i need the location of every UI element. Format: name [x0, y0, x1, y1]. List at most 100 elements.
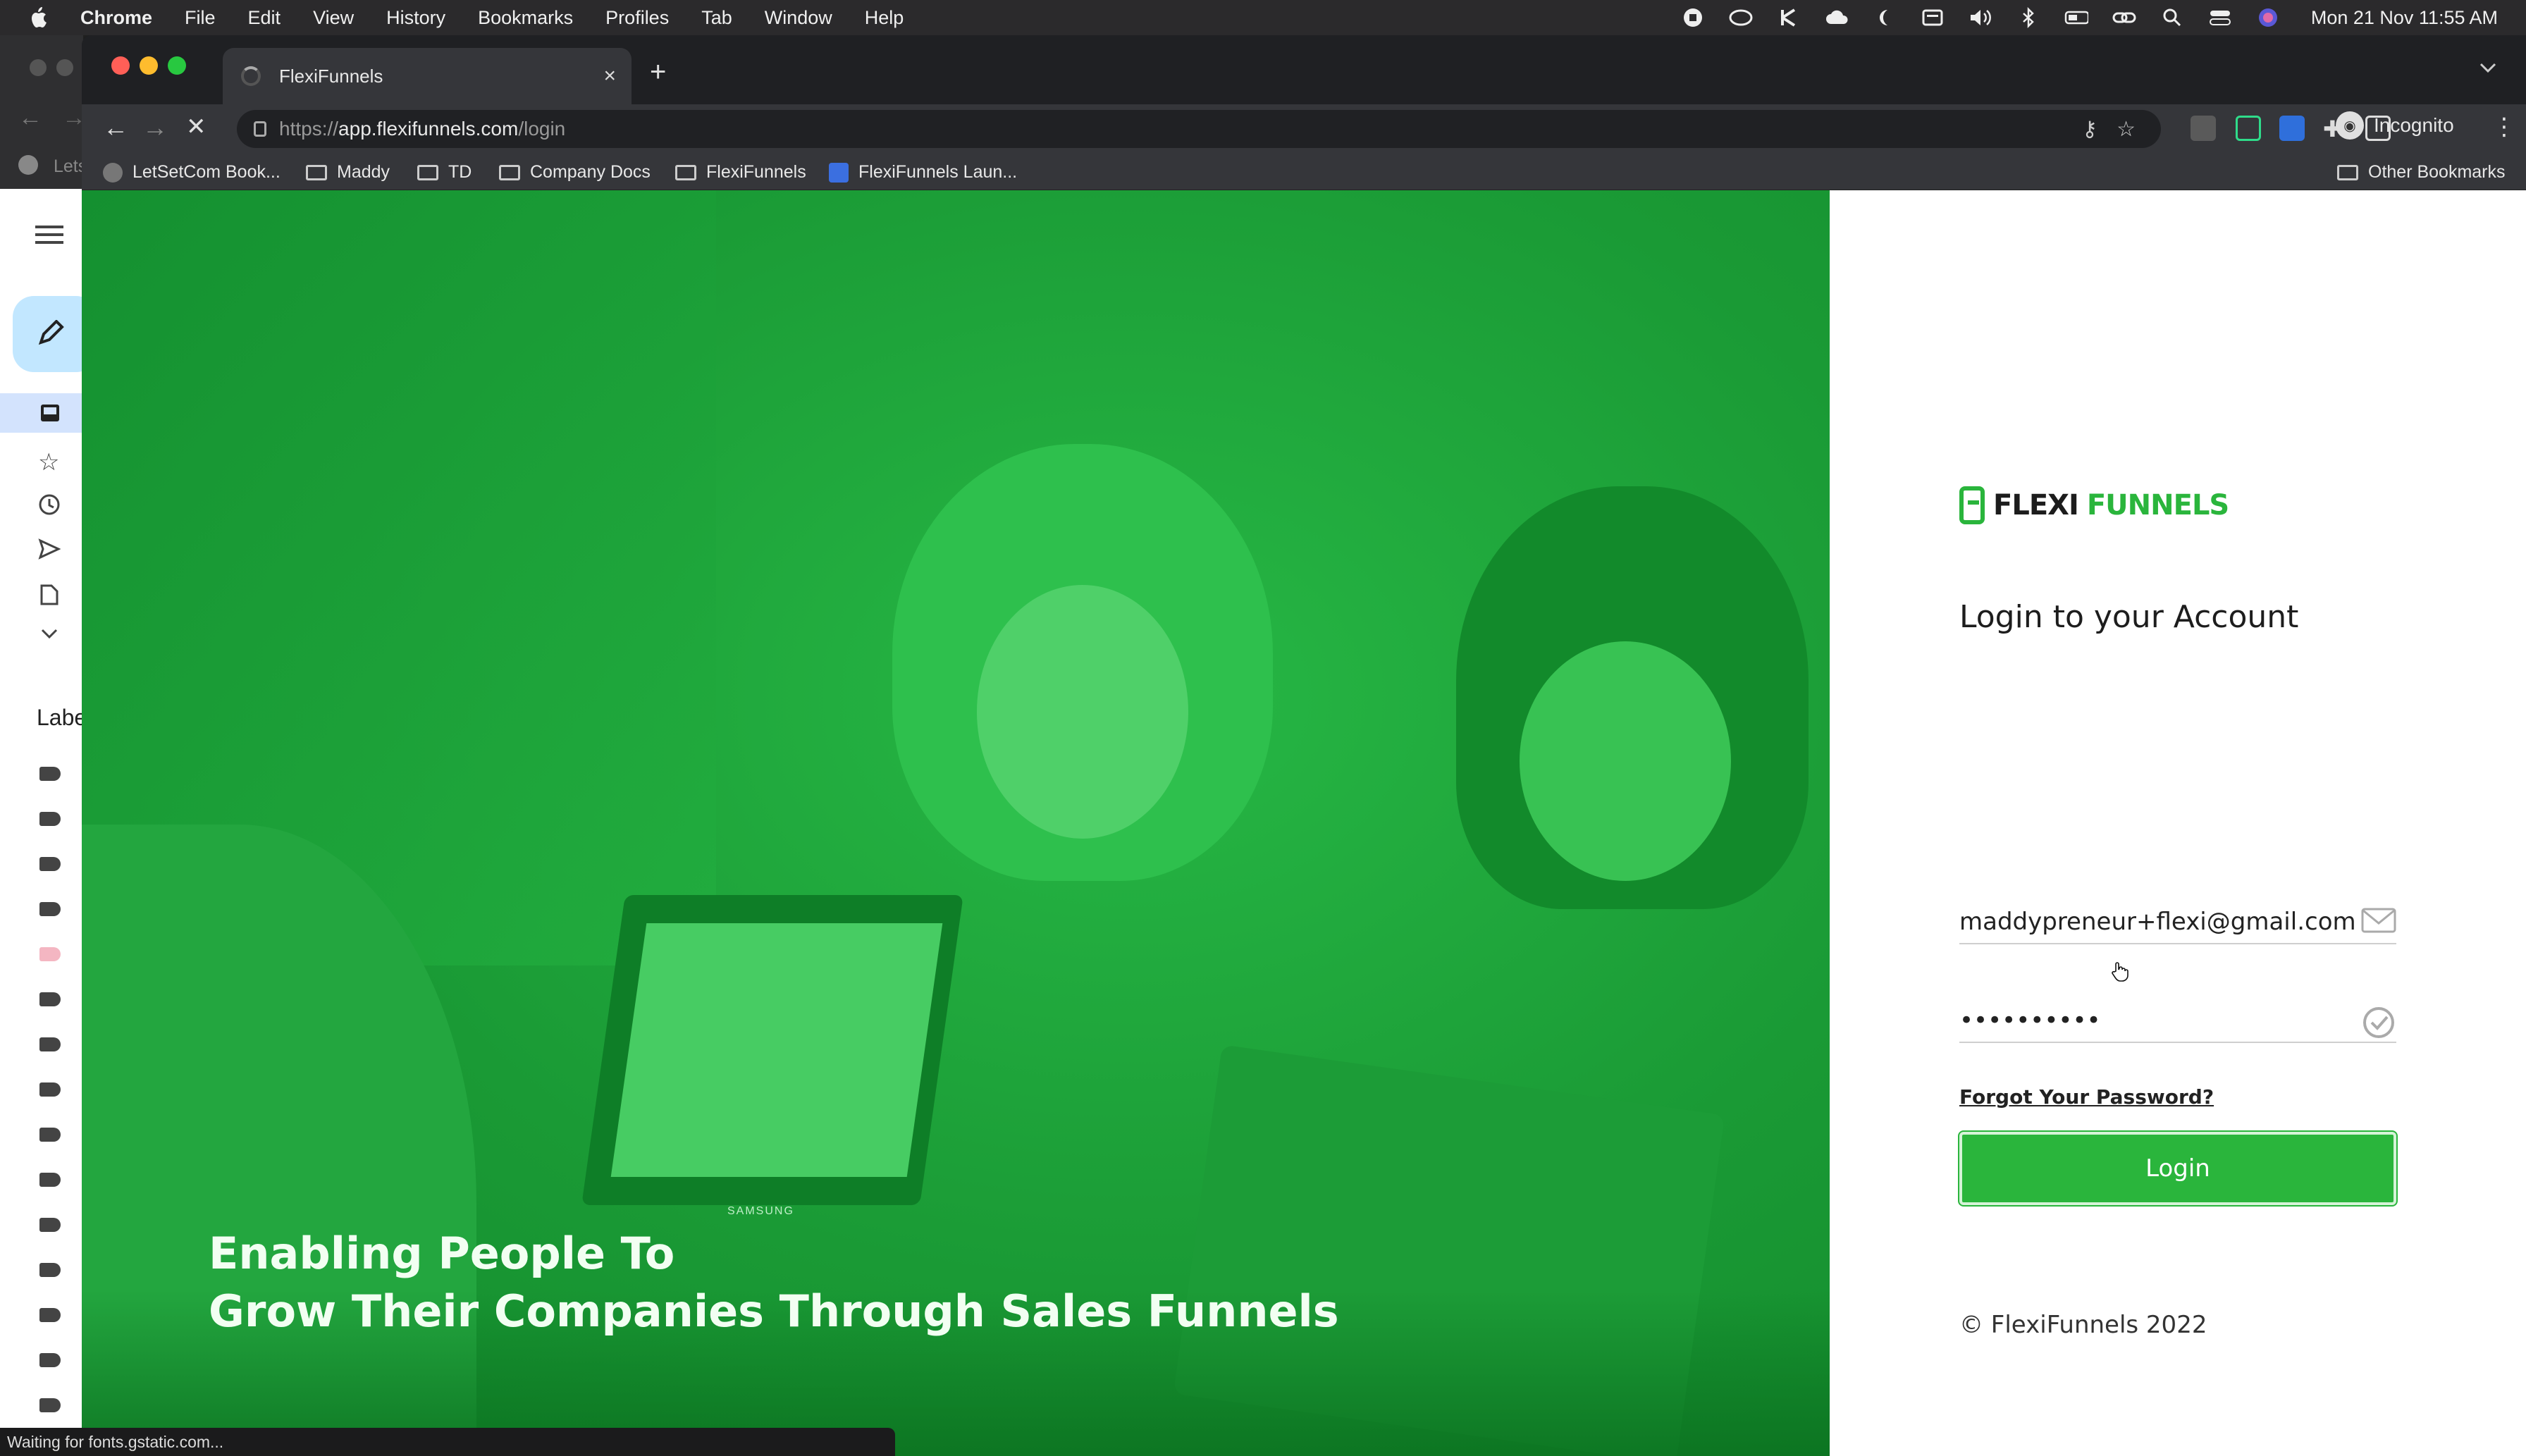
password-key-icon[interactable]: ⚷: [2082, 117, 2097, 142]
app-k-icon[interactable]: [1777, 8, 1801, 27]
window-zoom-button[interactable]: [168, 56, 186, 75]
label-tag-icon[interactable]: [39, 1263, 61, 1277]
tab-title: FlexiFunnels: [279, 65, 383, 87]
hamburger-menu-icon[interactable]: [35, 224, 63, 245]
menu-history[interactable]: History: [386, 7, 445, 29]
lock-icon[interactable]: [254, 121, 266, 137]
label-tag-icon[interactable]: [39, 1398, 61, 1412]
incognito-label: Incognito: [2374, 114, 2454, 136]
label-tag-icon[interactable]: [39, 857, 61, 871]
bookmark-letsetcom[interactable]: LetSetCom Book...: [103, 162, 281, 183]
apple-icon[interactable]: [28, 5, 51, 30]
label-tag-icon[interactable]: [39, 767, 61, 781]
folder-icon: [417, 164, 438, 180]
letsetcom-favicon-icon: [103, 162, 123, 183]
battery-icon[interactable]: [2064, 8, 2088, 27]
address-bar[interactable]: https://app.flexifunnels.com/login ⚷ ☆: [237, 110, 2161, 148]
menubar-clock[interactable]: Mon 21 Nov 11:55 AM: [2311, 7, 2498, 29]
label-tag-icon[interactable]: [39, 1173, 61, 1187]
email-field-wrapper: [1959, 902, 2396, 944]
folder-icon: [306, 164, 327, 180]
hero-headline-line1: Enabling People To: [209, 1228, 675, 1279]
volume-icon[interactable]: [1969, 8, 1992, 27]
spotlight-icon[interactable]: [2160, 8, 2184, 27]
address-url[interactable]: https://app.flexifunnels.com/login: [279, 118, 565, 140]
copyright-text: © FlexiFunnels 2022: [1959, 1311, 2207, 1339]
starred-icon[interactable]: ☆: [38, 448, 59, 476]
back-window-back-icon[interactable]: ←: [18, 104, 42, 132]
login-title: Login to your Account: [1959, 599, 2299, 635]
forward-icon[interactable]: →: [142, 113, 168, 142]
moon-icon[interactable]: [1873, 8, 1897, 27]
menu-profiles[interactable]: Profiles: [605, 7, 669, 29]
keyboard-icon[interactable]: [1921, 8, 1945, 27]
folder-icon: [675, 164, 696, 180]
creative-cloud-icon[interactable]: [1729, 8, 1753, 27]
label-tag-icon[interactable]: [39, 1037, 61, 1051]
menu-view[interactable]: View: [313, 7, 354, 29]
bookmark-folder-maddy[interactable]: Maddy: [306, 162, 390, 183]
tab-search-chevron-icon[interactable]: [2478, 56, 2498, 80]
email-field[interactable]: [1959, 902, 2354, 942]
menu-help[interactable]: Help: [865, 7, 904, 29]
tab-close-icon[interactable]: ×: [603, 64, 616, 88]
label-tag-icon[interactable]: [39, 1128, 61, 1142]
menu-edit[interactable]: Edit: [248, 7, 281, 29]
back-window-close-button[interactable]: [30, 59, 47, 76]
bookmark-folder-company-docs[interactable]: Company Docs: [499, 162, 651, 183]
chrome-menu-icon[interactable]: ⋮: [2492, 113, 2516, 141]
hero-image: SAMSUNG Enabling People To Grow Their Co…: [82, 190, 1830, 1456]
password-reveal-icon[interactable]: [2361, 1005, 2396, 1047]
label-tag-icon[interactable]: [39, 1353, 61, 1367]
tab-flexifunnels[interactable]: FlexiFunnels ×: [223, 48, 632, 104]
more-chevron-icon[interactable]: [39, 627, 59, 645]
label-tag-icon[interactable]: [39, 1082, 61, 1097]
bookmark-folder-td[interactable]: TD: [417, 162, 472, 183]
back-icon[interactable]: ←: [103, 113, 128, 142]
label-tag-icon[interactable]: [39, 1218, 61, 1232]
bookmark-other-bookmarks[interactable]: Other Bookmarks: [2337, 162, 2506, 183]
window-close-button[interactable]: [111, 56, 130, 75]
extension-blue-icon[interactable]: [2279, 116, 2305, 141]
bookmark-star-icon[interactable]: ☆: [2117, 117, 2136, 142]
drafts-icon[interactable]: [39, 584, 59, 610]
control-center-icon[interactable]: [2208, 8, 2232, 27]
envelope-icon: [2361, 906, 2396, 942]
label-tag-icon[interactable]: [39, 992, 61, 1006]
browser-status-bar: Waiting for fonts.gstatic.com...: [0, 1428, 895, 1456]
tab-loading-spinner-icon: [241, 66, 261, 86]
login-panel: FLEXI FUNNELS Login to your Account Forg…: [1830, 190, 2526, 1456]
inbox-item[interactable]: [0, 393, 83, 433]
menubar-tray: Mon 21 Nov 11:55 AM: [1681, 0, 2498, 35]
menu-app-name[interactable]: Chrome: [80, 7, 152, 29]
menu-bookmarks[interactable]: Bookmarks: [478, 7, 573, 29]
extension-pen-icon[interactable]: [2236, 116, 2261, 141]
window-minimize-button[interactable]: [140, 56, 158, 75]
label-tag-icon[interactable]: [39, 812, 61, 826]
label-tag-icon[interactable]: [39, 902, 61, 916]
back-window-minimize-button[interactable]: [56, 59, 73, 76]
macos-menubar: Chrome File Edit View History Bookmarks …: [0, 0, 2526, 35]
cloud-icon[interactable]: [1825, 8, 1849, 27]
snoozed-clock-icon[interactable]: [38, 493, 61, 519]
menu-tab[interactable]: Tab: [701, 7, 732, 29]
bluetooth-icon[interactable]: [2016, 7, 2040, 28]
extension-devtools-icon[interactable]: [2191, 116, 2216, 141]
stop-loading-icon[interactable]: ✕: [186, 113, 207, 141]
password-field[interactable]: [1959, 1001, 2354, 1040]
forgot-password-link[interactable]: Forgot Your Password?: [1959, 1085, 2214, 1109]
man-face: [1520, 641, 1731, 881]
link-icon[interactable]: [2112, 8, 2136, 27]
bookmark-folder-flexifunnels[interactable]: FlexiFunnels: [675, 162, 806, 183]
menu-file[interactable]: File: [185, 7, 216, 29]
bookmark-flexifunnels-launch[interactable]: FlexiFunnels Laun...: [829, 162, 1017, 183]
incognito-indicator[interactable]: ◉ Incognito: [2336, 111, 2454, 140]
label-tag-icon[interactable]: [39, 947, 61, 961]
siri-icon[interactable]: [2256, 8, 2280, 27]
sent-icon[interactable]: [38, 538, 61, 563]
record-icon[interactable]: [1681, 8, 1705, 27]
new-tab-button[interactable]: +: [650, 56, 666, 88]
menu-window[interactable]: Window: [765, 7, 832, 29]
login-button[interactable]: Login: [1959, 1132, 2396, 1205]
label-tag-icon[interactable]: [39, 1308, 61, 1322]
